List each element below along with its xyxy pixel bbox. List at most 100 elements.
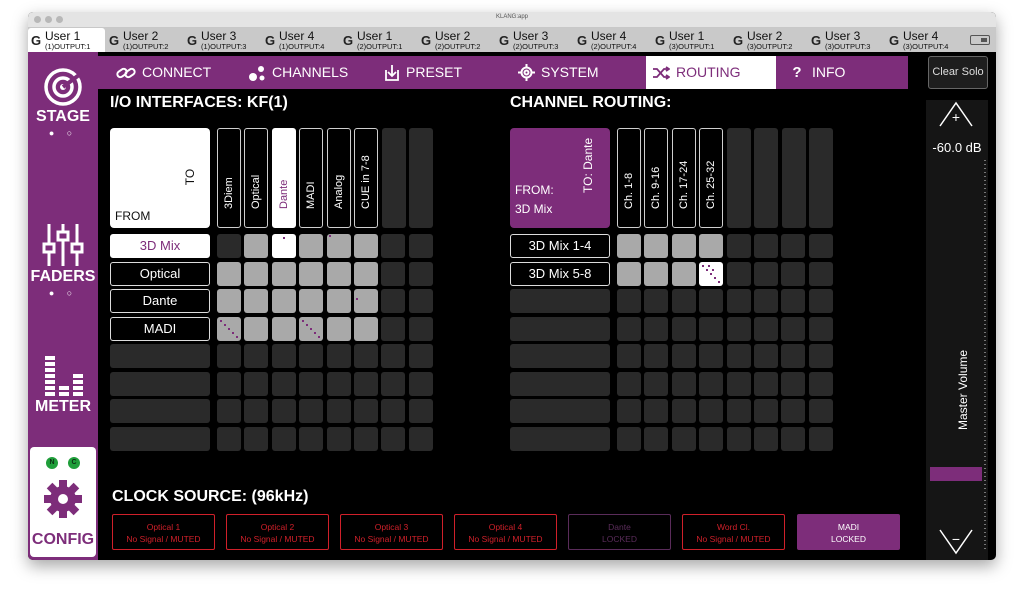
crosspoint-cell[interactable] bbox=[754, 344, 778, 368]
crosspoint-cell[interactable] bbox=[244, 344, 269, 368]
clock-source-button[interactable]: Optical 2 No Signal / MUTED bbox=[226, 514, 329, 550]
crosspoint-cell[interactable] bbox=[754, 426, 778, 451]
crosspoint-cell[interactable] bbox=[326, 234, 351, 258]
crosspoint-cell[interactable] bbox=[354, 289, 378, 313]
user-tab[interactable]: G User 1 (3)OUTPUT:1 bbox=[652, 28, 729, 52]
crosspoint-cell[interactable] bbox=[354, 234, 378, 258]
crosspoint-cell[interactable] bbox=[617, 344, 641, 368]
crosspoint-cell[interactable] bbox=[271, 261, 296, 286]
crosspoint-cell[interactable] bbox=[726, 234, 751, 258]
crosspoint-cell[interactable] bbox=[808, 234, 833, 258]
crosspoint-cell[interactable] bbox=[217, 289, 241, 313]
crosspoint-cell[interactable] bbox=[217, 399, 241, 423]
user-tab[interactable]: G User 1 (1)OUTPUT:1 bbox=[28, 28, 105, 52]
crosspoint-cell[interactable] bbox=[644, 261, 669, 286]
crosspoint-cell[interactable] bbox=[326, 426, 351, 451]
tab-info[interactable]: ? INFO bbox=[788, 56, 845, 89]
crosspoint-cell[interactable] bbox=[671, 399, 696, 423]
io-column-header[interactable]: Dante bbox=[272, 128, 296, 228]
routing-column-header[interactable]: Ch. 1-8 bbox=[617, 128, 641, 228]
crosspoint-cell[interactable] bbox=[271, 289, 296, 313]
crosspoint-cell[interactable] bbox=[699, 399, 724, 423]
crosspoint-cell[interactable] bbox=[671, 344, 696, 368]
io-row-label[interactable]: MADI bbox=[110, 317, 210, 341]
crosspoint-cell[interactable] bbox=[617, 371, 641, 396]
crosspoint-cell[interactable] bbox=[644, 399, 669, 423]
clock-source-button[interactable]: Optical 4 No Signal / MUTED bbox=[454, 514, 557, 550]
clock-source-button[interactable]: Optical 1 No Signal / MUTED bbox=[112, 514, 215, 550]
routing-column-header[interactable]: Ch. 25-32 bbox=[699, 128, 723, 228]
crosspoint-cell[interactable] bbox=[217, 371, 241, 396]
crosspoint-cell[interactable] bbox=[408, 261, 433, 286]
crosspoint-cell[interactable] bbox=[381, 261, 406, 286]
crosspoint-cell[interactable] bbox=[408, 289, 433, 313]
crosspoint-cell[interactable] bbox=[244, 371, 269, 396]
crosspoint-cell[interactable] bbox=[381, 399, 406, 423]
tab-system[interactable]: SYSTEM bbox=[518, 56, 599, 89]
crosspoint-cell[interactable] bbox=[699, 316, 724, 341]
volume-up-button[interactable]: + bbox=[938, 100, 974, 128]
crosspoint-cell[interactable] bbox=[408, 371, 433, 396]
crosspoint-cell[interactable] bbox=[808, 316, 833, 341]
crosspoint-cell[interactable] bbox=[299, 371, 324, 396]
crosspoint-cell[interactable] bbox=[699, 344, 724, 368]
crosspoint-cell[interactable] bbox=[271, 316, 296, 341]
clear-solo-button[interactable]: Clear Solo bbox=[928, 56, 988, 89]
io-column-header[interactable]: MADI bbox=[299, 128, 323, 228]
crosspoint-cell[interactable] bbox=[326, 261, 351, 286]
crosspoint-cell[interactable] bbox=[381, 344, 406, 368]
crosspoint-cell[interactable] bbox=[781, 426, 806, 451]
crosspoint-cell[interactable] bbox=[617, 399, 641, 423]
crosspoint-cell[interactable] bbox=[354, 371, 378, 396]
crosspoint-cell[interactable] bbox=[326, 289, 351, 313]
crosspoint-cell[interactable] bbox=[381, 426, 406, 451]
crosspoint-cell[interactable] bbox=[408, 234, 433, 258]
crosspoint-cell[interactable] bbox=[408, 399, 433, 423]
clock-source-button[interactable]: Optical 3 No Signal / MUTED bbox=[340, 514, 443, 550]
crosspoint-cell[interactable] bbox=[617, 316, 641, 341]
crosspoint-cell[interactable] bbox=[726, 399, 751, 423]
crosspoint-cell[interactable] bbox=[781, 234, 806, 258]
sidebar-item-stage[interactable]: STAGE ● ○ bbox=[28, 66, 98, 138]
crosspoint-cell[interactable] bbox=[354, 426, 378, 451]
crosspoint-cell[interactable] bbox=[271, 426, 296, 451]
crosspoint-cell[interactable] bbox=[726, 316, 751, 341]
crosspoint-cell[interactable] bbox=[217, 426, 241, 451]
crosspoint-cell[interactable] bbox=[354, 261, 378, 286]
crosspoint-cell[interactable] bbox=[617, 261, 641, 286]
io-row-label[interactable]: Dante bbox=[110, 289, 210, 313]
crosspoint-cell[interactable] bbox=[326, 344, 351, 368]
crosspoint-cell[interactable] bbox=[808, 261, 833, 286]
crosspoint-cell[interactable] bbox=[754, 316, 778, 341]
crosspoint-cell[interactable] bbox=[726, 344, 751, 368]
crosspoint-cell[interactable] bbox=[244, 399, 269, 423]
sidebar-item-meter[interactable]: METER bbox=[28, 352, 98, 416]
crosspoint-cell[interactable] bbox=[644, 426, 669, 451]
crosspoint-cell[interactable] bbox=[726, 261, 751, 286]
crosspoint-cell[interactable] bbox=[271, 234, 296, 258]
crosspoint-cell[interactable] bbox=[671, 289, 696, 313]
sidebar-item-config[interactable]: N C CONFIG bbox=[30, 447, 96, 557]
crosspoint-cell[interactable] bbox=[299, 399, 324, 423]
io-row-label[interactable]: Optical bbox=[110, 262, 210, 286]
crosspoint-cell[interactable] bbox=[326, 399, 351, 423]
tab-routing[interactable]: ROUTING bbox=[646, 56, 776, 89]
io-row-label[interactable]: 3D Mix bbox=[110, 234, 210, 258]
volume-slider-handle[interactable] bbox=[930, 467, 982, 481]
user-tab[interactable]: G User 2 (2)OUTPUT:2 bbox=[418, 28, 495, 52]
crosspoint-cell[interactable] bbox=[671, 371, 696, 396]
crosspoint-cell[interactable] bbox=[244, 289, 269, 313]
crosspoint-cell[interactable] bbox=[781, 371, 806, 396]
crosspoint-cell[interactable] bbox=[271, 399, 296, 423]
crosspoint-cell[interactable] bbox=[381, 316, 406, 341]
crosspoint-cell[interactable] bbox=[381, 289, 406, 313]
io-column-header[interactable]: CUE in 7-8 bbox=[354, 128, 378, 228]
master-volume-panel[interactable]: + -60.0 dB Master Volume − bbox=[926, 100, 988, 560]
crosspoint-cell[interactable] bbox=[726, 289, 751, 313]
io-column-header[interactable]: Analog bbox=[327, 128, 351, 228]
crosspoint-cell[interactable] bbox=[644, 316, 669, 341]
crosspoint-cell[interactable] bbox=[299, 261, 324, 286]
crosspoint-cell[interactable] bbox=[217, 261, 241, 286]
crosspoint-cell[interactable] bbox=[299, 344, 324, 368]
user-tab[interactable]: G User 4 (2)OUTPUT:4 bbox=[574, 28, 651, 52]
